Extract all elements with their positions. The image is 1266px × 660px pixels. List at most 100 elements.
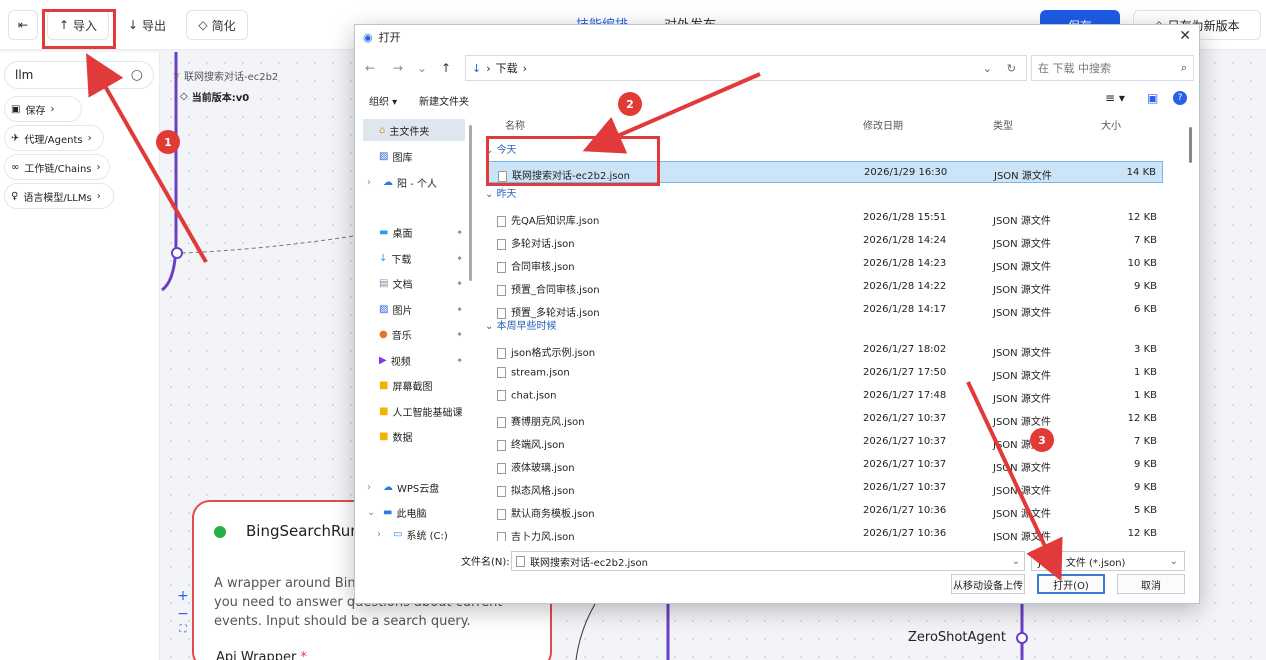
address-bar[interactable]: ↓ › 下载 › ⌄ ↻ [465,55,1027,81]
simplify-button[interactable]: ◇ 简化 [186,10,248,40]
file-row[interactable]: stream.json 2026/1/27 17:50 JSON 源文件 1 KB [487,362,1163,384]
nav-label: 数据 [392,432,413,444]
file-type: JSON 源文件 [993,239,1051,250]
component-sidebar: llm ○ ▣ 保存 › ✈ 代理/Agents › ∞ 工作链/Chains … [0,52,160,660]
cancel-button[interactable]: 取消 [1117,574,1185,594]
filetype-value: JSON 文件 (*.json) [1038,557,1126,569]
sidebar-item-llms[interactable]: ♀ 语言模型/LLMs › [4,183,114,209]
nav-item-desktop[interactable]: ▬ 桌面 ✦ [363,221,465,243]
nav-item-ai-course[interactable]: ■ 人工智能基础课 [363,400,465,422]
zoom-out-icon[interactable]: − [177,606,189,622]
refresh-icon[interactable]: ↻ [1007,62,1016,75]
close-icon[interactable]: ✕ [1179,28,1191,44]
filetype-select[interactable]: JSON 文件 (*.json) ⌄ [1031,551,1185,571]
file-row[interactable]: 多轮对话.json 2026/1/28 14:24 JSON 源文件 7 KB [487,230,1163,252]
step-badge-3: 3 [1030,428,1054,452]
file-row[interactable]: 液体玻璃.json 2026/1/27 10:37 JSON 源文件 9 KB [487,454,1163,476]
path-separator: › [486,61,491,75]
chevron-right-icon: › [96,161,101,173]
nav-item-pictures[interactable]: ▨ 图片 ✦ [363,298,465,320]
file-row[interactable]: 合同审核.json 2026/1/28 14:23 JSON 源文件 10 KB [487,253,1163,275]
nav-item-data[interactable]: ■ 数据 [363,425,465,447]
file-row[interactable]: 终端风.json 2026/1/27 10:37 JSON 源文件 7 KB [487,431,1163,453]
pin-icon: ✦ [456,329,463,339]
node-param: Api Wrapper * [216,650,307,660]
sidebar-item-agents[interactable]: ✈ 代理/Agents › [4,125,104,151]
chevron-down-icon: ⌄ [367,506,376,518]
view-menu-icon[interactable]: ≡ ▾ [1105,91,1125,105]
exit-button[interactable]: ⇤ [8,10,38,40]
nav-item-screenshots[interactable]: ■ 屏幕截图 [363,374,465,396]
nav-item-c-drive[interactable]: › ▭ 系统 (C:) [363,523,465,545]
nav-item-onedrive[interactable]: › ☁ 阳 - 个人 [363,171,465,193]
layers-icon: ◇ [180,91,188,102]
file-date: 2026/1/27 17:50 [863,367,947,378]
help-icon[interactable]: ? [1173,91,1187,105]
nav-item-documents[interactable]: ▤ 文档 ✦ [363,272,465,294]
nav-item-videos[interactable]: ▶ 视频 ✦ [363,349,465,371]
scroll-thumb[interactable] [1189,127,1192,163]
file-size: 3 KB [1134,344,1157,355]
column-date[interactable]: 修改日期 [863,117,903,132]
preview-pane-icon[interactable]: ▣ [1147,91,1158,105]
zoom-controls: + − ⛶ [172,588,194,635]
sidebar-item-label: 语言模型/LLMs [23,192,92,204]
chevron-down-icon[interactable]: ⌄ [983,62,992,75]
open-button[interactable]: 打开(O) [1037,574,1105,594]
chevron-down-icon[interactable]: ⌄ [1012,556,1020,567]
group-label: 昨天 [496,189,517,200]
filename-input[interactable]: 联网搜索对话-ec2b2.json ⌄ [511,551,1025,571]
nav-item-music[interactable]: ● 音乐 ✦ [363,323,465,345]
file-row[interactable]: 吉卜力风.json 2026/1/27 10:36 JSON 源文件 12 KB [487,523,1163,541]
zoom-in-icon[interactable]: + [177,588,189,604]
bulb-icon: ♀ [11,190,19,202]
fit-view-icon[interactable]: ⛶ [180,624,187,635]
sidebar-search-input[interactable]: llm ○ [4,61,154,89]
search-icon: ⌕ [1180,61,1187,74]
search-value: llm [15,68,34,82]
export-button[interactable]: ↓ 导出 [116,10,178,40]
file-row[interactable]: 先QA后知识库.json 2026/1/28 15:51 JSON 源文件 12 KB [487,207,1163,229]
column-size[interactable]: 大小 [1101,117,1121,132]
file-size: 9 KB [1134,281,1157,292]
back-icon[interactable]: ← [365,61,375,75]
file-size: 9 KB [1134,482,1157,493]
file-row[interactable]: 拟态风格.json 2026/1/27 10:37 JSON 源文件 9 KB [487,477,1163,499]
file-row[interactable]: 赛博朋克风.json 2026/1/27 10:37 JSON 源文件 12 KB [487,408,1163,430]
file-row[interactable]: json格式示例.json 2026/1/27 18:02 JSON 源文件 3 KB [487,339,1163,361]
file-type: JSON 源文件 [993,262,1051,273]
chevron-down-icon[interactable]: ⌄ [417,61,427,75]
sidebar-item-save[interactable]: ▣ 保存 › [4,96,82,122]
file-row[interactable]: 预置_合同审核.json 2026/1/28 14:22 JSON 源文件 9 KB [487,276,1163,298]
nav-item-this-pc[interactable]: ⌄ ▬ 此电脑 [363,501,465,523]
nav-item-downloads[interactable]: ↓ 下载 ✦ [363,247,465,269]
file-list-scrollbar[interactable] [1189,117,1195,543]
column-type[interactable]: 类型 [993,117,1013,132]
node-title: BingSearchRun [246,522,360,540]
column-name[interactable]: 名称 [505,117,525,132]
file-row[interactable]: 预置_多轮对话.json 2026/1/28 14:17 JSON 源文件 6 KB [487,299,1163,321]
up-icon[interactable]: ↑ [441,61,451,75]
nav-item-gallery[interactable]: ▨ 图库 [363,145,465,167]
file-row[interactable]: chat.json 2026/1/27 17:48 JSON 源文件 1 KB [487,385,1163,407]
rocket-icon: ✈ [11,132,20,144]
forward-icon[interactable]: → [393,61,403,75]
group-yesterday[interactable]: ⌄ 昨天 [485,185,517,200]
file-icon [497,416,506,428]
group-label: 本周早些时候 [496,321,557,332]
dialog-search-input[interactable]: 在 下载 中搜索 ⌕ [1031,55,1194,81]
nav-item-wps-cloud[interactable]: › ☁ WPS云盘 [363,476,465,498]
download-icon: ↓ [379,252,388,264]
video-icon: ▶ [379,354,387,366]
file-name-text: 先QA后知识库.json [511,216,600,227]
upload-from-device-button[interactable]: 从移动设备上传 [951,574,1025,594]
organize-button[interactable]: 组织 ▾ [369,93,397,108]
file-date: 2026/1/28 14:23 [863,258,947,269]
filename-value: 联网搜索对话-ec2b2.json [530,557,648,569]
file-row[interactable]: 默认商务模板.json 2026/1/27 10:36 JSON 源文件 5 KB [487,500,1163,522]
new-folder-button[interactable]: 新建文件夹 [419,93,469,108]
nav-scrollbar[interactable] [469,125,472,281]
nav-item-home[interactable]: ⌂ 主文件夹 [363,119,465,141]
sidebar-item-chains[interactable]: ∞ 工作链/Chains › [4,154,110,180]
nav-label: 桌面 [392,228,413,240]
